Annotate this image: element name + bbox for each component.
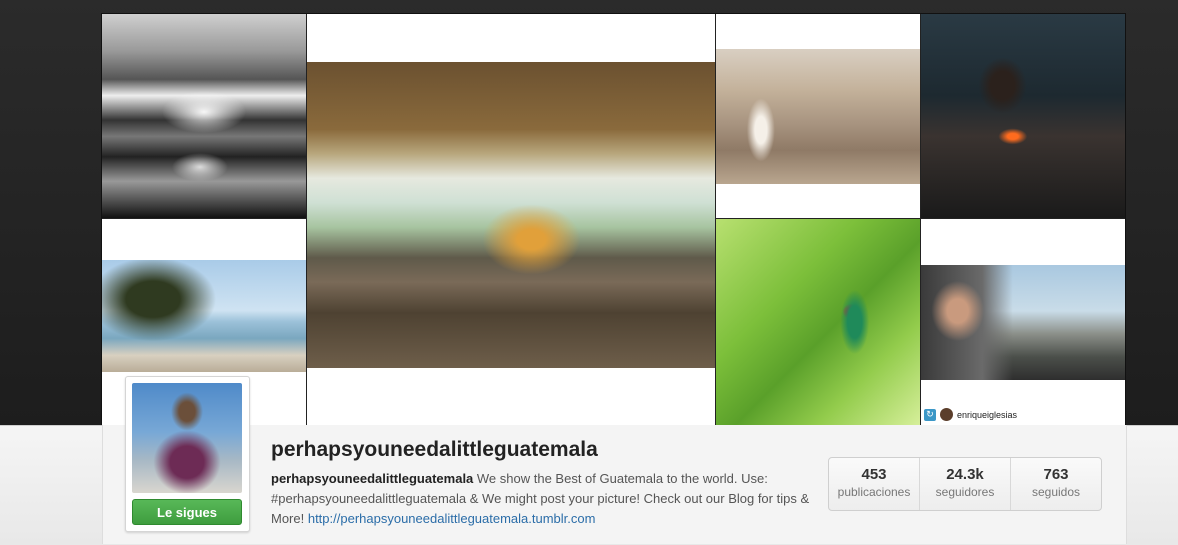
stat-label: seguidos — [1031, 485, 1081, 499]
follow-button[interactable]: Le sigues — [132, 499, 242, 525]
stat-followers[interactable]: 24.3k seguidores — [919, 458, 1010, 510]
grid-photo-cockpit[interactable]: ↻ enriqueiglesias — [921, 219, 1125, 425]
avatar-card: Le sigues — [125, 376, 250, 532]
cockpit-photo — [921, 265, 1125, 380]
photo-credit[interactable]: ↻ enriqueiglesias — [921, 404, 1125, 425]
grid-photo-quetzal[interactable] — [716, 219, 920, 425]
bio-link[interactable]: http://perhapsyouneedalittleguatemala.tu… — [308, 511, 596, 526]
hammock-photo — [307, 62, 715, 368]
profile-bio: perhapsyouneedalittleguatemala We show t… — [271, 469, 816, 529]
grid-photo-palace[interactable] — [102, 14, 306, 218]
credit-username: enriqueiglesias — [957, 409, 1018, 420]
bio-username[interactable]: perhapsyouneedalittleguatemala — [271, 471, 473, 486]
beach-photo — [102, 260, 306, 372]
grid-divider — [306, 14, 307, 425]
stat-value: 453 — [861, 466, 887, 483]
stat-posts[interactable]: 453 publicaciones — [829, 458, 919, 510]
palace-photo — [102, 14, 306, 218]
stat-label: seguidores — [935, 485, 995, 499]
avatar[interactable] — [132, 383, 242, 493]
stat-following[interactable]: 763 seguidos — [1010, 458, 1101, 510]
grid-divider — [715, 14, 716, 425]
grid-divider — [920, 14, 921, 425]
photo-grid: ↻ enriqueiglesias — [102, 14, 1125, 425]
stat-label: publicaciones — [837, 485, 911, 499]
credit-avatar — [940, 408, 953, 421]
stat-value: 763 — [1043, 466, 1069, 483]
grid-photo-ruins[interactable] — [716, 14, 920, 218]
stat-value: 24.3k — [946, 466, 984, 483]
repost-icon: ↻ — [924, 408, 936, 421]
quetzal-photo — [716, 219, 920, 425]
grid-divider — [102, 218, 306, 219]
grid-divider — [716, 218, 1125, 219]
profile-username: perhapsyouneedalittleguatemala — [271, 438, 598, 461]
volcano-photo — [921, 14, 1125, 218]
profile-stats: 453 publicaciones 24.3k seguidores 763 s… — [828, 457, 1102, 511]
grid-photo-volcano[interactable] — [921, 14, 1125, 218]
grid-photo-hammock[interactable] — [307, 14, 715, 425]
ruins-photo — [716, 49, 920, 184]
